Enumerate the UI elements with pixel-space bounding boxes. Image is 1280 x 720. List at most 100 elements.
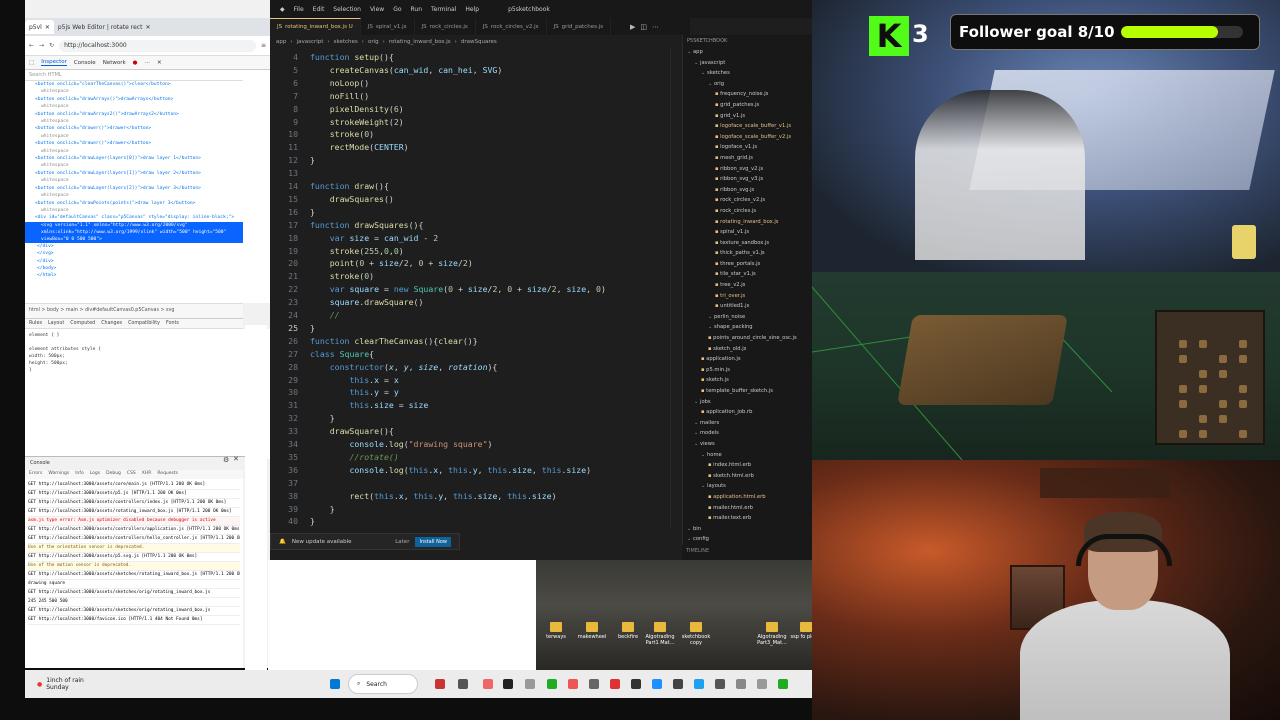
code-line[interactable]: rect(this.x, this.y, this.size, this.siz… <box>310 490 556 503</box>
file-item[interactable]: ▪ untitled1.js <box>683 301 812 312</box>
inventory-slot[interactable] <box>1199 430 1207 438</box>
code-line[interactable]: drawSquares() <box>310 193 394 206</box>
file-item[interactable]: ▪ sketch_old.js <box>683 344 812 355</box>
console-filter[interactable]: Errors <box>29 471 42 478</box>
file-item[interactable]: ▪ grid_patches.js <box>683 100 812 111</box>
inspector-tab[interactable]: Fonts <box>166 321 179 326</box>
inventory-slot[interactable] <box>1239 385 1247 393</box>
dom-node[interactable]: <button onclick="clearTheCanvas()">clear… <box>25 81 243 88</box>
folder-item[interactable]: ⌄ perlin_noise <box>683 312 812 323</box>
browser-tab-active[interactable]: p5vl ✕ <box>25 20 54 34</box>
inventory-slot[interactable] <box>1239 355 1247 363</box>
folder-item[interactable]: ⌄ views <box>683 439 812 450</box>
folder-item[interactable]: ⌄ shape_packing <box>683 322 812 333</box>
code-line[interactable]: } <box>310 322 315 335</box>
address-input[interactable]: http://localhost:3000 <box>59 39 256 52</box>
folder-item[interactable]: ⌄ mailers <box>683 418 812 429</box>
tab-console[interactable]: Console <box>74 60 96 66</box>
desktop-icon[interactable]: terways <box>538 622 574 640</box>
reload-icon[interactable]: ↻ <box>49 42 54 49</box>
console-filter[interactable]: CSS <box>127 471 136 478</box>
dom-node[interactable]: <button onclick="drawArrays()">drawArray… <box>25 96 243 103</box>
folder-item[interactable]: ⌄ home <box>683 450 812 461</box>
inventory-slot[interactable] <box>1239 340 1247 348</box>
file-item[interactable]: ▪ texture_sandbox.js <box>683 238 812 249</box>
file-item[interactable]: ▪ sketch.js <box>683 375 812 386</box>
desktop-icon[interactable]: Algotrading Part1 Mat... <box>642 622 678 646</box>
close-icon[interactable]: ✕ <box>157 60 162 66</box>
code-line[interactable]: } <box>310 503 335 516</box>
code-line[interactable] <box>310 167 315 180</box>
console-filter[interactable]: Debug <box>106 471 121 478</box>
code-line[interactable]: this.x = x <box>310 374 398 387</box>
inventory-slot[interactable] <box>1219 355 1227 363</box>
vscode-icon[interactable] <box>652 679 662 689</box>
html-search-input[interactable]: Search HTML <box>25 70 243 81</box>
code-editor[interactable]: 4 function setup(){5 createCanvas(can_wid… <box>270 49 680 529</box>
app-icon[interactable] <box>673 679 683 689</box>
inventory-slot[interactable] <box>1219 400 1227 408</box>
app-icon[interactable] <box>435 679 445 689</box>
menu-item[interactable]: Edit <box>313 6 325 13</box>
file-item[interactable]: ▪ tile_star_v1.js <box>683 269 812 280</box>
editor-tab[interactable]: JS grid_patches.js <box>547 18 612 35</box>
code-line[interactable]: class Square{ <box>310 348 374 361</box>
app-icon[interactable] <box>483 679 493 689</box>
dom-node[interactable]: whitespace <box>25 118 243 125</box>
code-line[interactable]: //rotate() <box>310 451 398 464</box>
picker-icon[interactable]: ⬚ <box>29 60 34 66</box>
console-filter[interactable]: Logs <box>90 471 100 478</box>
dom-node[interactable]: <button onclick="drawLayer(layers[1])">d… <box>25 170 243 177</box>
dom-node[interactable]: <div id="defaultCanvas" class="p5Canvas"… <box>25 214 243 221</box>
file-item[interactable]: ▪ logoface_scale_buffer_v1.js <box>683 121 812 132</box>
console-filter[interactable]: XHR <box>142 471 152 478</box>
dom-node[interactable]: whitespace <box>25 148 243 155</box>
firefox-icon[interactable] <box>568 679 578 689</box>
taskbar-search[interactable]: ⌕ Search <box>348 674 418 694</box>
close-icon[interactable]: ✕ <box>45 24 50 31</box>
file-item[interactable]: ▪ p5.min.js <box>683 365 812 376</box>
inspector-tab[interactable]: Changes <box>101 321 122 326</box>
editor-tab[interactable]: JS spiral_v1.js <box>361 18 415 35</box>
code-line[interactable]: var square = new Square(0 + size/2, 0 + … <box>310 283 606 296</box>
inventory-slot[interactable] <box>1239 430 1247 438</box>
folder-item[interactable]: ⌄ sketches <box>683 68 812 79</box>
app-icon[interactable] <box>694 679 704 689</box>
inventory-slot[interactable] <box>1239 400 1247 408</box>
code-line[interactable]: // <box>310 309 340 322</box>
dom-node[interactable]: </html> <box>25 272 243 279</box>
inspector-tab[interactable]: Layout <box>48 321 64 326</box>
explorer-icon[interactable] <box>458 679 468 689</box>
dom-node[interactable]: whitespace <box>25 177 243 184</box>
folder-item[interactable]: ⌄ orig <box>683 79 812 90</box>
file-item[interactable]: ▪ application.js <box>683 354 812 365</box>
inspector-tab[interactable]: Rules <box>29 321 42 326</box>
later-button[interactable]: Later <box>395 539 409 545</box>
file-item[interactable]: ▪ grid_v1.js <box>683 111 812 122</box>
dom-node[interactable]: whitespace <box>25 133 243 140</box>
code-line[interactable]: } <box>310 154 315 167</box>
file-item[interactable]: ▪ thick_paths_v1.js <box>683 248 812 259</box>
code-line[interactable]: stroke(0) <box>310 128 374 141</box>
inventory-slot[interactable] <box>1179 400 1187 408</box>
app-icon[interactable] <box>610 679 620 689</box>
code-line[interactable]: createCanvas(can_wid, can_hei, SVG) <box>310 64 503 77</box>
kick-icon[interactable] <box>503 679 513 689</box>
code-line[interactable]: var size = can_wid - 2 <box>310 232 439 245</box>
dom-node[interactable]: </div> <box>25 258 243 265</box>
file-item[interactable]: ▪ points_around_circle_sine_osc.js <box>683 333 812 344</box>
code-line[interactable]: } <box>310 412 335 425</box>
console-filter[interactable]: Warnings <box>48 471 69 478</box>
code-line[interactable]: this.y = y <box>310 386 398 399</box>
folder-item[interactable]: ⌄ bin <box>683 524 812 535</box>
breadcrumb-item[interactable]: rotating_inward_box.js <box>389 39 451 45</box>
code-line[interactable]: console.log(this.x, this.y, this.size, t… <box>310 464 591 477</box>
file-item[interactable]: ▪ template_buffer_sketch.js <box>683 386 812 397</box>
menu-item[interactable]: Run <box>411 6 423 13</box>
file-item[interactable]: ▪ logoface_scale_buffer_v2.js <box>683 132 812 143</box>
dom-node[interactable]: whitespace <box>25 207 243 214</box>
dom-node[interactable]: </body> <box>25 265 243 272</box>
file-item[interactable]: ▪ tree_v2.js <box>683 280 812 291</box>
menu-item[interactable]: Go <box>393 6 401 13</box>
weather-widget[interactable]: ● 1inch of rain Sunday <box>25 677 85 691</box>
